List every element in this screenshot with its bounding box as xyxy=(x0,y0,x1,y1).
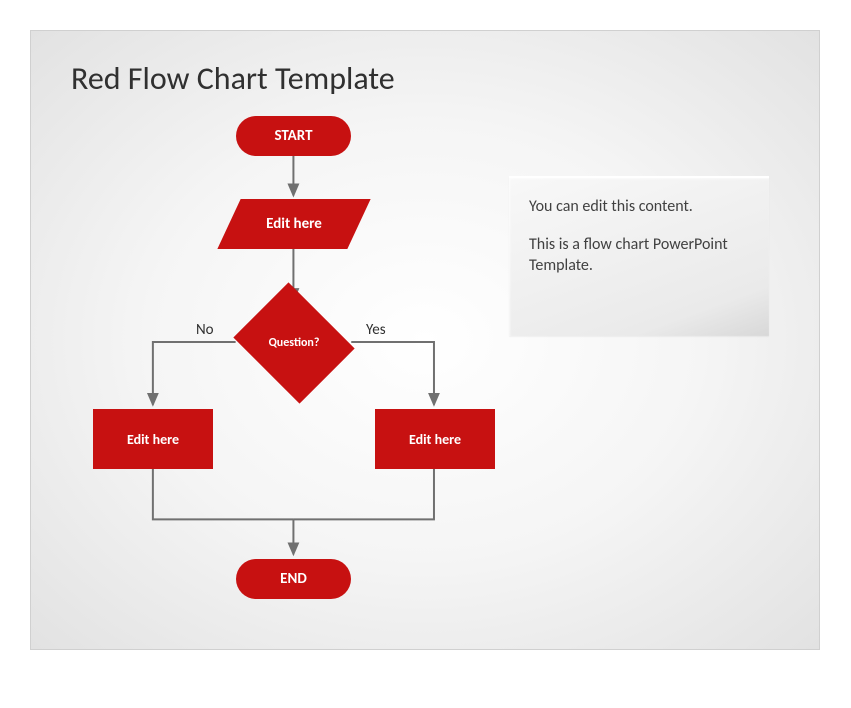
slide-title: Red Flow Chart Template xyxy=(71,59,395,98)
description-line-2: This is a flow chart PowerPoint Template… xyxy=(529,234,749,277)
start-node-label: START xyxy=(274,127,312,145)
description-line-1: You can edit this content. xyxy=(529,196,749,218)
end-node: END xyxy=(236,559,351,599)
input-node-label: Edit here xyxy=(266,215,322,233)
left-process-node: Edit here xyxy=(93,409,213,469)
start-node: START xyxy=(236,116,351,156)
decision-node-label: Question? xyxy=(269,336,320,350)
branch-label-yes: Yes xyxy=(366,321,386,339)
branch-label-no: No xyxy=(196,321,214,339)
slide-canvas: Red Flow Chart Template START xyxy=(30,30,820,650)
flowchart-connectors xyxy=(31,31,819,649)
input-node: Edit here xyxy=(229,199,359,249)
right-process-node: Edit here xyxy=(375,409,495,469)
left-process-label: Edit here xyxy=(127,431,179,448)
end-node-label: END xyxy=(280,570,307,588)
description-textbox: You can edit this content. This is a flo… xyxy=(509,176,769,336)
decision-node: Question? xyxy=(239,303,349,383)
right-process-label: Edit here xyxy=(409,431,461,448)
